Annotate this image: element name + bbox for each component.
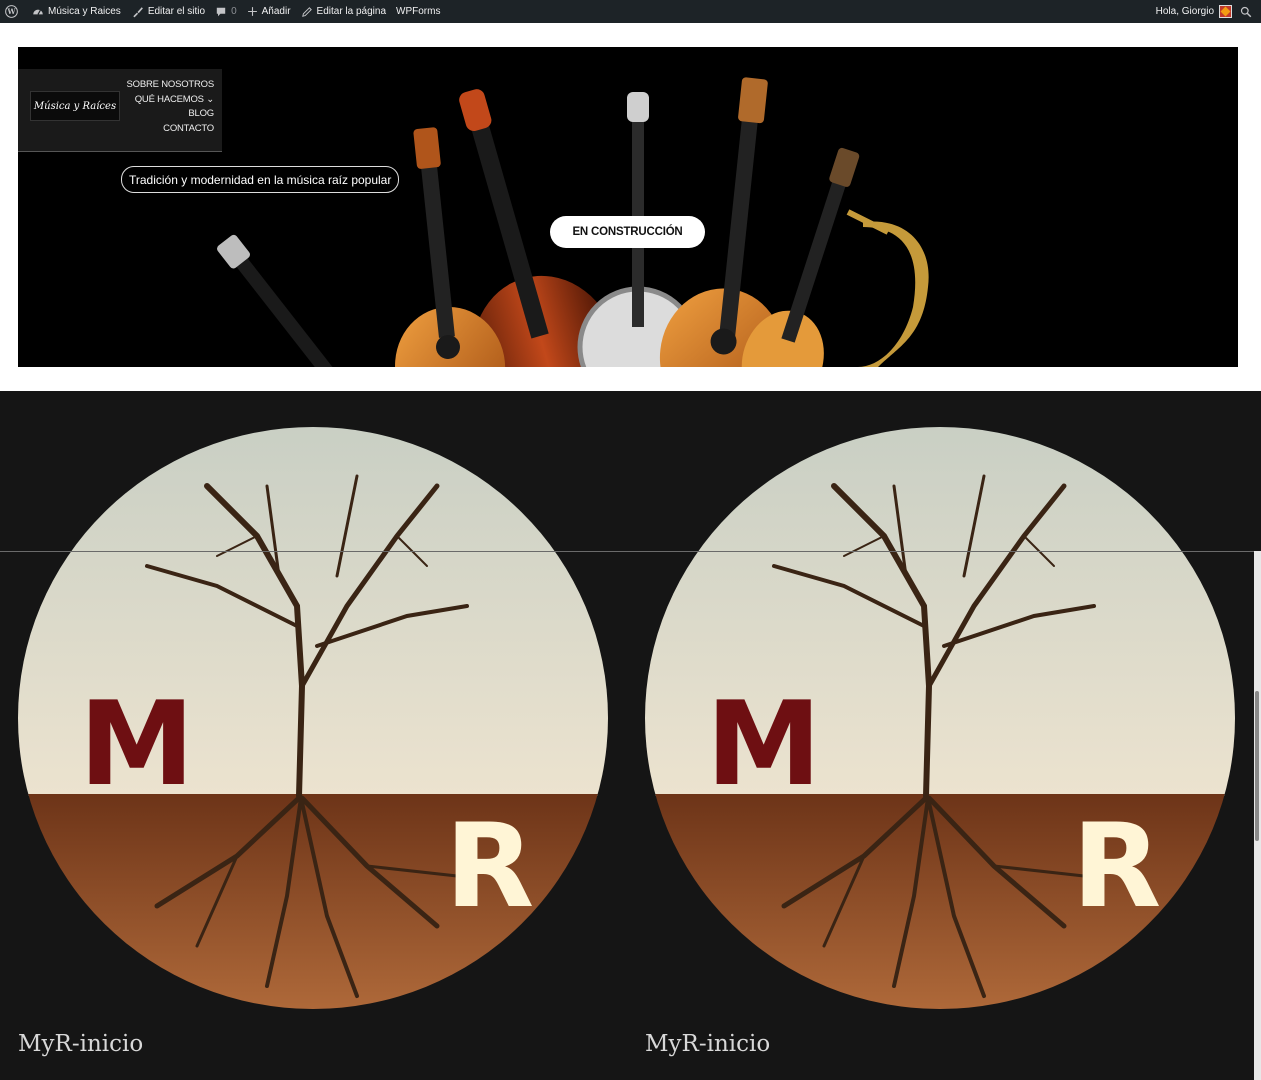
nav-item-que-hacemos[interactable]: QUÉ HACEMOS ⌄ — [127, 93, 214, 108]
greeting-label: Hola, Giorgio — [1155, 6, 1214, 17]
site-logo[interactable]: Música y Raíces — [30, 91, 120, 121]
site-logo-text: Música y Raíces — [33, 100, 117, 112]
site-name-link[interactable]: Música y Raices — [27, 0, 126, 23]
nav-item-blog[interactable]: BLOG — [127, 107, 214, 122]
edit-site-link[interactable]: Editar el sitio — [126, 0, 210, 23]
gallery-section: M R M R MyR-inicio MyR-inicio — [0, 391, 1261, 1080]
avatar — [1219, 5, 1232, 18]
site-name-label: Música y Raices — [48, 6, 121, 17]
admin-bar: W Música y Raices Editar el sitio 0 Añad… — [0, 0, 1261, 23]
add-new-label: Añadir — [261, 6, 291, 17]
edit-site-label: Editar el sitio — [147, 6, 206, 17]
svg-text:R: R — [445, 799, 534, 934]
en-construccion-button[interactable]: EN CONSTRUCCIÓN — [550, 216, 705, 248]
svg-text:M: M — [706, 677, 821, 812]
add-new-link[interactable]: Añadir — [242, 0, 296, 23]
search-icon — [1240, 6, 1252, 17]
edit-page-label: Editar la página — [316, 6, 387, 17]
gallery-caption-1: MyR-inicio — [18, 1031, 144, 1057]
gallery-image-2[interactable]: M R — [644, 426, 1236, 1010]
edit-page-link[interactable]: Editar la página — [296, 0, 392, 23]
gallery-image-1[interactable]: M R — [17, 426, 609, 1010]
plus-icon — [247, 7, 257, 16]
nav-item-sobre-nosotros[interactable]: SOBRE NOSOTROS — [127, 78, 215, 93]
scrollbar[interactable] — [1254, 551, 1261, 1080]
svg-text:W: W — [6, 7, 16, 16]
wordpress-icon: W — [5, 5, 18, 18]
svg-text:M: M — [79, 677, 194, 812]
dashboard-icon — [33, 9, 43, 15]
brush-icon — [133, 6, 143, 17]
wpforms-link[interactable]: WPForms — [391, 0, 445, 23]
wordpress-menu[interactable]: W — [0, 0, 27, 23]
wpforms-label: WPForms — [396, 6, 441, 17]
divider-line — [0, 551, 1261, 552]
main-navigation: SOBRE NOSOTROS QUÉ HACEMOS ⌄ BLOG CONTAC… — [127, 78, 215, 137]
svg-text:R: R — [1072, 799, 1161, 934]
scrollbar-thumb[interactable] — [1255, 691, 1259, 841]
nav-item-contacto[interactable]: CONTACTO — [127, 122, 214, 137]
admin-search-button[interactable] — [1234, 0, 1261, 23]
gallery-caption-2: MyR-inicio — [645, 1031, 771, 1057]
tagline-pill: Tradición y modernidad en la música raíz… — [121, 166, 400, 193]
pencil-icon — [301, 6, 312, 17]
comments-count: 0 — [231, 6, 237, 17]
user-account-menu[interactable]: Hola, Giorgio — [1151, 0, 1234, 23]
hero-banner: Música y Raíces SOBRE NOSOTROS QUÉ HACEM… — [18, 47, 1238, 367]
comment-icon — [216, 7, 226, 16]
site-header-panel: Música y Raíces SOBRE NOSOTROS QUÉ HACEM… — [18, 69, 222, 152]
comments-link[interactable]: 0 — [210, 0, 242, 23]
